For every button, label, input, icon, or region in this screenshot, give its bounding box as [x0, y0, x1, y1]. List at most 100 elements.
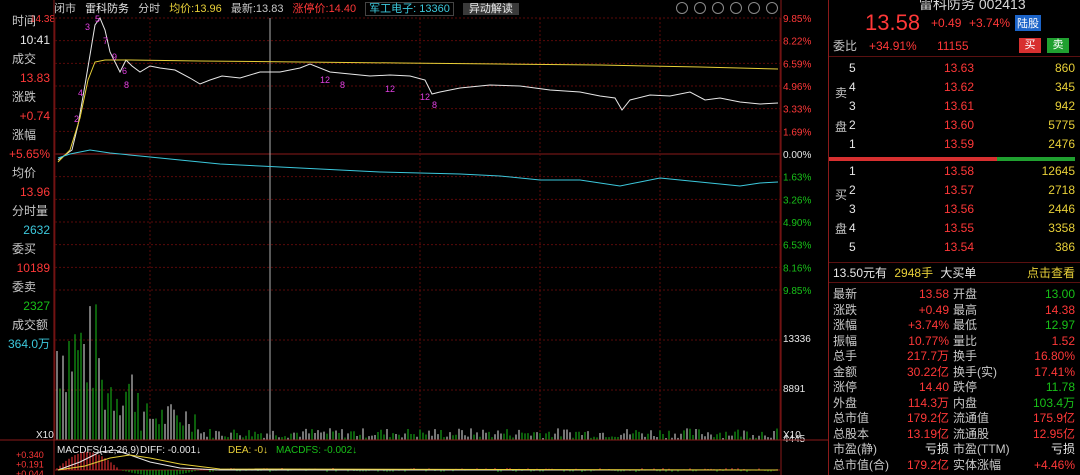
avg-label-text: 均价:	[169, 3, 195, 15]
price-line	[57, 16, 779, 161]
stat-value: 12.97	[1044, 318, 1075, 332]
ask-level: 2	[849, 118, 856, 132]
stat-label: 金额	[833, 364, 858, 379]
info-label: 委卖	[12, 280, 37, 294]
limit-price-label: 涨停价:14.40	[293, 3, 357, 15]
circle-icon[interactable]	[676, 2, 688, 14]
stat-row: 振幅 10.77% 量比 1.52	[829, 333, 1080, 349]
price-tick-label: 0.00%	[783, 150, 811, 161]
ask-vol: 5775	[1048, 118, 1075, 132]
latest-price-label: 最新:13.83	[231, 3, 284, 15]
ask-row[interactable]: 2 13.60 5775	[829, 116, 1080, 135]
stat-row: 总手 217.7万 换手 16.80%	[829, 348, 1080, 364]
stat-label: 市盈(TTM)	[953, 442, 1010, 456]
avg-price-label: 均价:13.96	[169, 3, 222, 15]
bid-vol: 2718	[1048, 183, 1075, 197]
intraday-chart[interactable]: 9.85% 8.22% 6.59% 4.96% 3.33% 1.69% 0.00% 1.63%…	[0, 0, 828, 475]
stat-label: 涨停	[833, 380, 858, 394]
macd-fs: MACDFS: -0.002↓	[276, 445, 357, 456]
ask-row[interactable]: 5 13.63 860	[829, 59, 1080, 78]
big-order-label: 大买单	[940, 266, 977, 280]
info-label: 涨跌	[12, 90, 37, 104]
maximize-icon[interactable]	[748, 2, 760, 14]
volume-tick-label: 8891	[783, 384, 806, 395]
bid-level: 5	[849, 240, 856, 254]
price-tick-label: 8.16%	[783, 263, 811, 274]
price-tick-label: 4.90%	[783, 218, 811, 229]
price-tick-label: 3.26%	[783, 195, 811, 206]
ask-level: 5	[849, 61, 856, 75]
macd-dea-line	[57, 454, 779, 471]
stat-value: 11.78	[1045, 380, 1075, 394]
bid-row[interactable]: 1 13.58 12645	[829, 162, 1080, 181]
latest-value-text: 13.83	[255, 3, 284, 15]
bid-row[interactable]: 3 13.56 2446	[829, 200, 1080, 219]
info-value: +5.65%	[8, 147, 50, 161]
latest-label-text: 最新:	[230, 3, 256, 15]
bid-row[interactable]: 5 13.54 386	[829, 238, 1080, 257]
stat-value: 10.77%	[908, 333, 949, 348]
stat-value: 30.22亿	[906, 364, 949, 379]
ask-row[interactable]: 1 13.59 2476	[829, 135, 1080, 154]
connect-badge[interactable]: 陆股	[1015, 15, 1041, 31]
price-tick-label: 8.22%	[783, 37, 811, 48]
info-label: 时间	[12, 14, 37, 28]
volume-tick-label: 13336	[783, 334, 811, 345]
stat-row: 金额 30.22亿 换手(实) 17.41%	[829, 364, 1080, 380]
info-label: 成交	[12, 52, 37, 66]
refresh-icon[interactable]	[712, 2, 724, 14]
info-value: +0.74	[19, 109, 50, 123]
stat-label: 涨跌	[833, 302, 858, 317]
bid-row[interactable]: 2 13.57 2718	[829, 181, 1080, 200]
ask-price: 13.63	[943, 61, 974, 75]
weibi-row: 委比 +34.91% 11155	[829, 37, 1080, 56]
buy-button[interactable]: 买	[1019, 38, 1041, 53]
bid-price: 13.58	[943, 164, 974, 178]
price-tick-label: 9.85%	[783, 14, 811, 25]
stat-value: 13.58	[918, 287, 949, 301]
bid-vol: 3358	[1048, 221, 1075, 235]
close-tab[interactable]: 闭市	[54, 3, 76, 15]
stat-label: 内盘	[953, 395, 978, 410]
stat-label: 换手	[953, 349, 978, 363]
ask-row[interactable]: 4 13.62 345	[829, 78, 1080, 97]
stat-value: 13.19亿	[906, 426, 949, 441]
stat-value: 217.7万	[906, 349, 949, 363]
ask-row[interactable]: 3 13.61 942	[829, 97, 1080, 116]
sell-button[interactable]: 卖	[1047, 38, 1069, 53]
bid-row[interactable]: 4 13.55 3358	[829, 219, 1080, 238]
stat-row: 涨停 14.40 跌停 11.78	[829, 379, 1080, 395]
price-tick-label: 3.33%	[783, 105, 811, 116]
bid-price: 13.57	[943, 183, 974, 197]
price-tick-label: 6.53%	[783, 241, 811, 252]
divider	[829, 262, 1080, 263]
price-tick-label: 9.85%	[783, 286, 811, 297]
minimize-icon[interactable]	[730, 2, 742, 14]
price-tick-label: 6.59%	[783, 59, 811, 70]
price-tick-label: 1.69%	[783, 127, 811, 138]
stat-value: 114.3万	[907, 395, 949, 410]
sector-tag[interactable]: 军工电子: 13360	[365, 2, 454, 16]
trade-marker: 6	[122, 66, 127, 76]
big-order-row: 13.50元有 2948手 大买单 点击查看	[833, 264, 1079, 282]
stat-label: 开盘	[953, 287, 978, 301]
stat-value: +0.49	[918, 302, 949, 317]
stat-value: 16.80%	[1034, 349, 1075, 363]
bid-vol: 2446	[1048, 202, 1075, 216]
mode-label[interactable]: 分时	[138, 3, 160, 15]
settings-icon[interactable]	[694, 2, 706, 14]
close-icon[interactable]	[766, 2, 778, 14]
trade-marker: 4	[78, 88, 83, 98]
bid-ask-bar	[829, 157, 1080, 161]
trade-marker: 8	[124, 80, 129, 90]
unusual-move-button[interactable]: 异动解读	[462, 3, 519, 15]
weicha-value: 11155	[937, 39, 969, 53]
bid-price: 13.56	[943, 202, 974, 216]
ask-vol: 860	[1054, 61, 1075, 75]
stat-label: 振幅	[833, 333, 858, 348]
stat-row: 市盈(静) 亏损 市盈(TTM) 亏损	[829, 441, 1080, 457]
trade-marker: 3	[85, 22, 90, 32]
info-value: 13.83	[19, 71, 50, 85]
big-order-link[interactable]: 点击查看	[1027, 264, 1075, 282]
macd-dea: DEA: -0↓	[228, 445, 268, 456]
